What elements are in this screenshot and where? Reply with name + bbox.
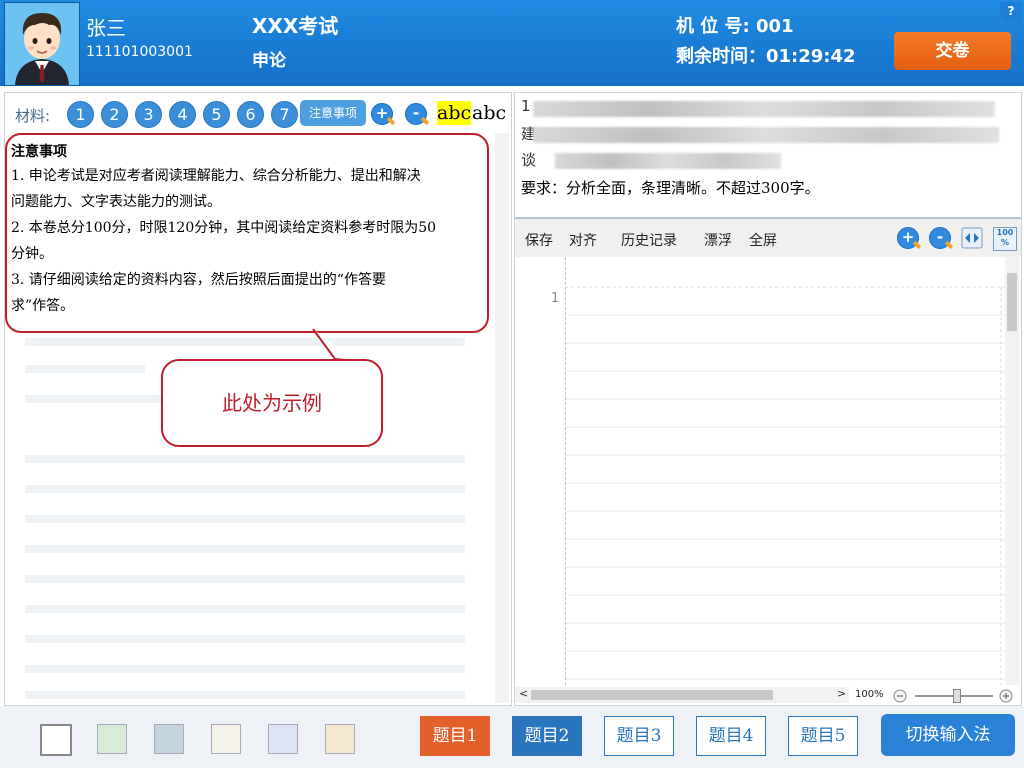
editor-zoom-out-icon[interactable]: -	[929, 227, 954, 250]
question-tab-4[interactable]: 题目4	[696, 716, 766, 756]
candidate-avatar	[4, 2, 80, 86]
question-line-start: 谈	[521, 151, 537, 169]
material-button-4[interactable]: 4	[169, 101, 196, 128]
line-number-gutter	[515, 257, 566, 685]
question-tab-3[interactable]: 题目3	[604, 716, 674, 756]
editor-toolbar: 保存 对齐 历史记录 漂浮 全屏 + - 100 %	[515, 217, 1021, 257]
remaining-time-row: 剩余时间：01:29:42	[676, 42, 856, 68]
example-callout: 此处为示例	[161, 359, 383, 447]
time-label: 剩余时间：	[676, 46, 766, 67]
background-swatch-cream[interactable]	[211, 724, 241, 754]
scroll-right-arrow[interactable]: >	[837, 687, 846, 700]
question-tab-1[interactable]: 题目1	[420, 716, 490, 756]
answer-panel: 1 建 谈 要求：分析全面，条理清晰。不超过300字。 保存 对齐 历史记录 漂…	[514, 92, 1022, 706]
editor-horizontal-scrollbar[interactable]: < >	[515, 687, 849, 703]
notice-line: 问题能力、文字表达能力的测试。	[11, 194, 221, 210]
switch-input-method-button[interactable]: 切换输入法	[881, 714, 1015, 756]
editor-vertical-scrollbar[interactable]	[1005, 257, 1019, 685]
float-button[interactable]: 漂浮	[704, 230, 732, 250]
blurred-question-text	[555, 153, 781, 169]
answer-editor[interactable]: 1	[515, 257, 1005, 685]
question-area: 1 建 谈 要求：分析全面，条理清晰。不超过300字。	[515, 93, 1021, 215]
zoom-plus-icon[interactable]	[999, 689, 1013, 703]
horizontal-scroll-thumb[interactable]	[531, 690, 773, 700]
material-button-2[interactable]: 2	[101, 101, 128, 128]
question-tab-5[interactable]: 题目5	[788, 716, 858, 756]
candidate-name: 张三	[86, 16, 126, 40]
notice-line: 1. 申论考试是对应考者阅读理解能力、综合分析能力、提出和解决	[11, 168, 421, 184]
material-button-7[interactable]: 7	[271, 101, 298, 128]
help-icon[interactable]: ?	[1000, 2, 1022, 22]
bottom-bar: 题目1 题目2 题目3 题目4 题目5 切换输入法	[0, 706, 1024, 768]
answer-requirement: 要求：分析全面，条理清晰。不超过300字。	[521, 179, 820, 197]
line-number: 1	[551, 291, 560, 306]
exam-title: XXX考试	[252, 14, 339, 38]
notice-line: 分钟。	[11, 246, 53, 262]
blurred-question-text	[533, 101, 995, 117]
material-scrollbar[interactable]	[495, 133, 509, 703]
editor-ruled-lines	[565, 286, 1005, 685]
seat-number-row: 机 位 号: 001	[676, 12, 794, 38]
background-swatch-green[interactable]	[97, 724, 127, 754]
notice-line: 2. 本卷总分100分，时限120分钟，其中阅读给定资料参考时限为50	[11, 220, 437, 236]
blurred-question-text	[533, 127, 999, 143]
material-button-6[interactable]: 6	[237, 101, 264, 128]
seat-number: 001	[756, 16, 794, 37]
scroll-left-arrow[interactable]: <	[519, 687, 528, 700]
actual-size-icon[interactable]: 100 %	[993, 227, 1017, 251]
material-button-1[interactable]: 1	[67, 101, 94, 128]
save-button[interactable]: 保存	[525, 230, 553, 250]
fit-width-icon[interactable]	[961, 227, 983, 249]
notice-button[interactable]: 注意事项	[300, 100, 366, 126]
material-button-3[interactable]: 3	[135, 101, 162, 128]
material-label: 材料:	[15, 107, 51, 125]
clear-highlight-button[interactable]: abc	[472, 101, 506, 125]
notice-title: 注意事项	[11, 144, 67, 160]
question-line-start: 1	[521, 97, 531, 115]
align-button[interactable]: 对齐	[569, 230, 597, 250]
submit-exam-button[interactable]: 交卷	[894, 32, 1011, 70]
exam-subject: 申论	[252, 51, 286, 71]
material-panel: 材料: 1 2 3 4 5 6 7 注意事项 + - abc abc 注意事项 …	[4, 92, 512, 706]
background-swatch-lavender[interactable]	[268, 724, 298, 754]
zoom-slider-thumb[interactable]	[953, 689, 961, 703]
question-tab-2[interactable]: 题目2	[512, 716, 582, 756]
editor-zoom-level: 100%	[855, 689, 884, 700]
notice-line: 求”作答。	[11, 298, 75, 314]
highlight-text-button[interactable]: abc	[437, 101, 472, 125]
zoom-in-icon[interactable]: +	[371, 103, 396, 126]
zoom-minus-icon[interactable]	[893, 689, 907, 703]
exam-header: 张三 111101003001 XXX考试 申论 机 位 号: 001 剩余时间…	[0, 0, 1024, 86]
history-button[interactable]: 历史记录	[621, 230, 677, 250]
material-toolbar: 材料: 1 2 3 4 5 6 7 注意事项 + - abc abc	[5, 93, 511, 133]
background-swatch-gray-blue[interactable]	[154, 724, 184, 754]
notice-box: 注意事项 1. 申论考试是对应考者阅读理解能力、综合分析能力、提出和解决 问题能…	[5, 133, 489, 333]
fullscreen-button[interactable]: 全屏	[749, 230, 777, 250]
material-content: 注意事项 1. 申论考试是对应考者阅读理解能力、综合分析能力、提出和解决 问题能…	[5, 133, 495, 703]
background-swatch-beige[interactable]	[325, 724, 355, 754]
time-remaining: 01:29:42	[766, 46, 856, 67]
ticket-number: 111101003001	[86, 44, 193, 60]
zoom-out-icon[interactable]: -	[405, 103, 430, 126]
editor-zoom-in-icon[interactable]: +	[897, 227, 922, 250]
notice-line: 3. 请仔细阅读给定的资料内容，然后按照后面提出的“作答要	[11, 272, 386, 288]
background-swatch-white[interactable]	[40, 724, 72, 756]
material-button-5[interactable]: 5	[203, 101, 230, 128]
seat-label: 机 位 号:	[676, 16, 750, 37]
editor-scroll-thumb[interactable]	[1007, 273, 1017, 331]
